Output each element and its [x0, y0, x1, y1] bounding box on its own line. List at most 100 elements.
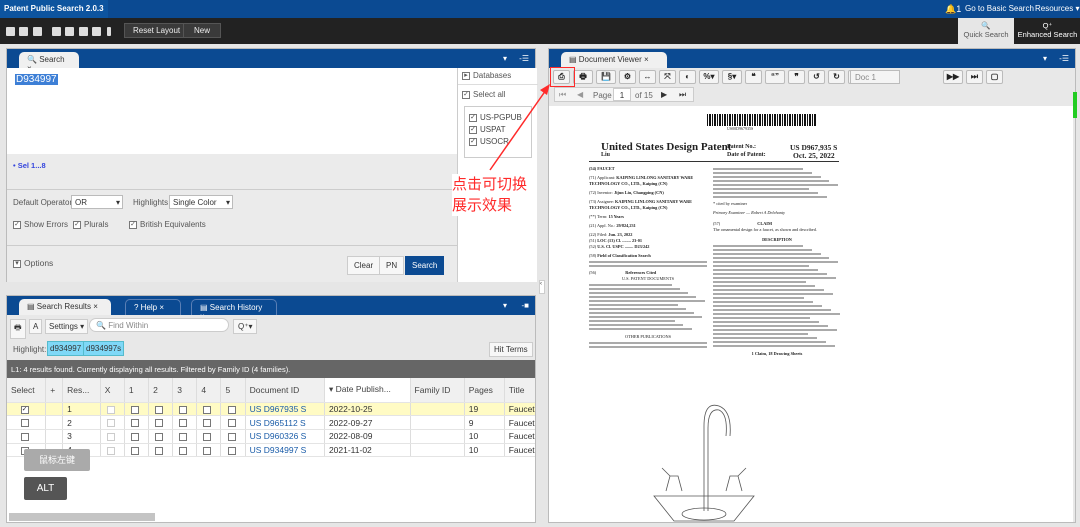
quote-both-icon[interactable]: “” — [765, 70, 785, 84]
tag-5-checkbox[interactable] — [220, 402, 246, 417]
tag-3-checkbox[interactable] — [172, 443, 198, 458]
font-size-icon[interactable]: A — [29, 319, 43, 334]
search-options-button[interactable]: Q⁺▾ — [233, 319, 258, 334]
highlight-term[interactable]: d934997s — [83, 341, 125, 356]
notebook-icon[interactable] — [65, 27, 74, 36]
tag-2-checkbox[interactable] — [148, 415, 174, 430]
save-icon[interactable]: 💾 — [596, 70, 616, 84]
highlights-select[interactable]: Single Color ▾ — [169, 195, 233, 209]
pn-button[interactable]: PN — [379, 256, 405, 275]
tab-search-history[interactable]: ▤ Search History × — [191, 299, 277, 321]
menu-icon[interactable]: -■ — [522, 301, 530, 310]
find-within-input[interactable]: 🔍 Find Within — [89, 318, 229, 332]
sel-link[interactable]: • Sel 1...8 — [13, 161, 46, 170]
dropdown-icon[interactable]: ▾ — [503, 54, 507, 63]
section-icon[interactable]: §▾ — [722, 70, 742, 84]
tab-help[interactable]: ? Help × — [125, 299, 181, 315]
tag-1-checkbox[interactable] — [124, 402, 150, 417]
first-page-icon[interactable]: ⏮ — [559, 90, 566, 100]
x-checkbox[interactable] — [100, 402, 125, 417]
tab-search[interactable]: 🔍 Search × — [19, 52, 79, 73]
tag-2-checkbox[interactable] — [148, 402, 174, 417]
tag-5-checkbox[interactable] — [220, 429, 246, 444]
column-header[interactable]: Document ID — [245, 378, 325, 403]
note-icon[interactable]: ▢ — [986, 70, 1003, 84]
document-id-link[interactable]: US D965112 S — [245, 415, 325, 430]
tab-document-viewer[interactable]: ▤ Document Viewer × — [561, 52, 667, 68]
tag-3-checkbox[interactable] — [172, 415, 198, 430]
table-row[interactable]: 3 US D960326 S 2022-08-09 10 Faucet — [7, 429, 535, 444]
column-header[interactable]: Title — [504, 378, 535, 403]
select-checkbox[interactable] — [7, 429, 47, 444]
settings-dropdown[interactable]: Settings ▾ — [45, 319, 89, 334]
query-text[interactable]: D934997 — [15, 74, 58, 85]
print-icon[interactable]: 🖶 — [10, 319, 26, 339]
column-header[interactable]: 5 — [220, 378, 246, 403]
quick-search-tab[interactable]: 🔍 Quick Search — [958, 18, 1014, 44]
document-id-link[interactable]: US D934997 S — [245, 443, 325, 458]
dropdown-icon[interactable]: ▾ — [1043, 54, 1047, 63]
select-checkbox[interactable]: ✓ — [7, 402, 47, 417]
x-checkbox[interactable] — [100, 443, 125, 458]
quote-open-icon[interactable]: ❝ — [745, 70, 762, 84]
x-checkbox[interactable] — [100, 415, 125, 430]
tag-5-checkbox[interactable] — [220, 415, 246, 430]
search-button[interactable]: Search — [405, 256, 445, 275]
pin-icon[interactable] — [107, 27, 111, 36]
dropdown-icon[interactable]: ▾ — [503, 301, 507, 310]
copy-icon[interactable] — [33, 27, 42, 36]
column-header[interactable]: 3 — [172, 378, 198, 403]
contrast-icon[interactable]: ◐ — [679, 70, 696, 84]
highlight-term[interactable]: d934997 — [47, 341, 85, 356]
tag-4-checkbox[interactable] — [196, 429, 222, 444]
x-checkbox[interactable] — [100, 429, 125, 444]
settings-icon[interactable]: ⚙ — [619, 70, 636, 84]
british-checkbox[interactable]: ✓ British Equivalents — [129, 220, 206, 229]
edit-icon[interactable] — [79, 27, 88, 36]
column-header[interactable]: Select — [7, 378, 47, 403]
tag-4-checkbox[interactable] — [196, 443, 222, 458]
search-icon[interactable] — [6, 27, 15, 36]
vertical-scrollbar[interactable] — [1073, 92, 1077, 118]
tag-3-checkbox[interactable] — [172, 402, 198, 417]
rotate-left-icon[interactable]: ↺ — [808, 70, 825, 84]
column-header[interactable]: ▾ Date Publish... — [324, 378, 411, 403]
column-header[interactable]: 1 — [124, 378, 150, 403]
tag-1-checkbox[interactable] — [124, 415, 150, 430]
column-header[interactable]: X — [100, 378, 125, 403]
fit-width-icon[interactable]: ↔ — [639, 70, 656, 84]
table-row[interactable]: 2 US D965112 S 2022-09-27 9 Faucet — [7, 415, 535, 430]
page-input[interactable]: 1 — [613, 88, 631, 101]
select-checkbox[interactable] — [7, 415, 47, 430]
hit-terms-button[interactable]: Hit Terms — [489, 342, 533, 357]
tag-1-checkbox[interactable] — [124, 429, 150, 444]
new-button[interactable]: New — [183, 23, 222, 38]
prev-page-icon[interactable]: ◀ — [577, 90, 583, 99]
tag-1-checkbox[interactable] — [124, 443, 150, 458]
column-header[interactable]: Res... — [62, 378, 101, 403]
rotate-right-icon[interactable]: ↻ — [828, 70, 845, 84]
column-header[interactable]: Family ID — [410, 378, 465, 403]
options-toggle[interactable]: ▾ Options — [13, 258, 53, 268]
document-id-link[interactable]: US D960326 S — [245, 429, 325, 444]
zoom-percent-icon[interactable]: %▾ — [699, 70, 719, 84]
document-id-link[interactable]: US D967935 S — [245, 402, 325, 417]
next-doc-icon[interactable]: ▶▶ — [943, 70, 963, 84]
enhanced-search-tab[interactable]: Q⁺ Enhanced Search — [1015, 18, 1080, 44]
menu-icon[interactable]: -☰ — [519, 54, 529, 63]
last-page-icon[interactable]: ⏭ — [679, 90, 686, 100]
resources-menu[interactable]: Resources ▾ — [1035, 4, 1079, 13]
quote-close-icon[interactable]: ❞ — [788, 70, 805, 84]
last-doc-icon[interactable]: ⏭ — [966, 70, 983, 84]
splitter-handle[interactable]: ‹ — [539, 280, 545, 294]
bell-icon[interactable]: 🔔1 — [945, 4, 961, 15]
column-header[interactable]: Pages — [464, 378, 505, 403]
tag-5-checkbox[interactable] — [220, 443, 246, 458]
databases-toggle[interactable]: ▸ Databases — [462, 71, 511, 80]
column-header[interactable]: 4 — [196, 378, 222, 403]
basic-search-link[interactable]: Go to Basic Search — [965, 4, 1034, 13]
menu-icon[interactable]: -☰ — [1059, 54, 1069, 63]
tab-search-results[interactable]: ▤ Search Results × — [19, 299, 111, 315]
next-page-icon[interactable]: ▶ — [661, 90, 667, 99]
query-input[interactable]: D934997 — [7, 68, 457, 154]
